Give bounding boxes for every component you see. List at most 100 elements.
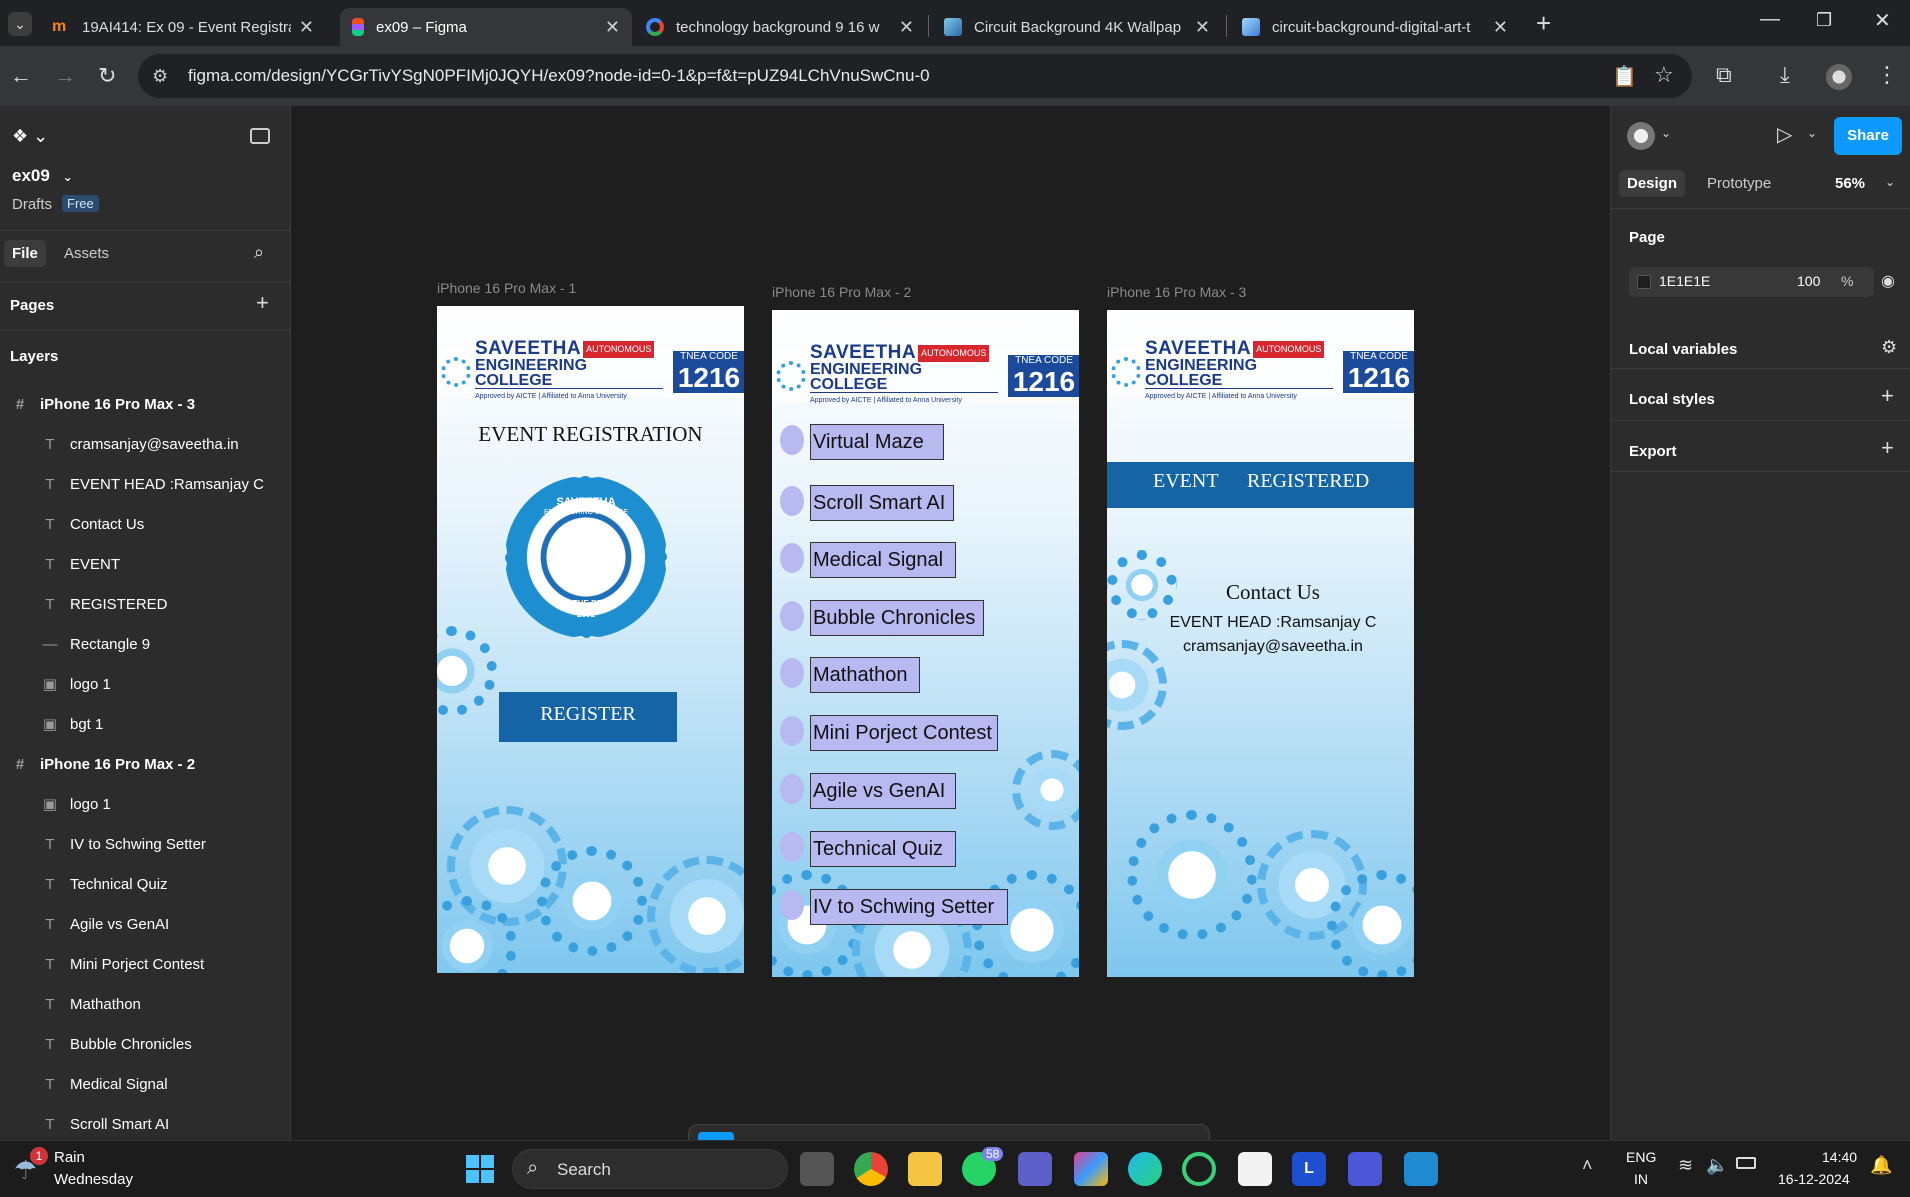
chevron-down-icon[interactable]: ⌄ xyxy=(1885,175,1895,189)
layer-item[interactable]: T Mathathon xyxy=(0,984,291,1024)
copilot-icon[interactable] xyxy=(1074,1152,1108,1186)
address-bar[interactable]: ⚙ figma.com/design/YCGrTivYSgN0PFIMj0JQY… xyxy=(138,54,1692,98)
layer-item[interactable]: T Scroll Smart AI xyxy=(0,1104,291,1144)
frame-label[interactable]: iPhone 16 Pro Max - 3 xyxy=(1107,284,1246,300)
layer-item[interactable]: T Mini Porject Contest xyxy=(0,944,291,984)
event-iv-to-schwing-setter[interactable]: IV to Schwing Setter xyxy=(810,889,1008,925)
event-scroll-smart-ai[interactable]: Scroll Smart AI xyxy=(810,485,954,521)
event-technical-quiz[interactable]: Technical Quiz xyxy=(810,831,956,867)
layer-item[interactable]: T EVENT HEAD :Ramsanjay C xyxy=(0,464,291,504)
url-text[interactable]: figma.com/design/YCGrTivYSgN0PFIMj0JQYH/… xyxy=(188,66,930,86)
browser-menu-icon[interactable]: ⋮ xyxy=(1876,64,1898,86)
site-info-icon[interactable]: ⚙ xyxy=(152,66,168,87)
profile-avatar[interactable] xyxy=(1826,64,1852,90)
add-page-icon[interactable]: + xyxy=(256,290,269,316)
close-tab-icon[interactable]: ✕ xyxy=(299,17,314,38)
layer-item[interactable]: # iPhone 16 Pro Max - 3 xyxy=(0,384,291,424)
toggle-sidebar-icon[interactable] xyxy=(250,128,270,144)
iphone-frame-3[interactable]: SAVEETHA AUTONOMOUS ENGINEERING COLLEGE A… xyxy=(1107,310,1414,977)
clock-time[interactable]: 14:40 xyxy=(1822,1149,1857,1165)
clipboard-icon[interactable]: 📋 xyxy=(1612,64,1637,89)
layer-item[interactable]: T REGISTERED xyxy=(0,584,291,624)
tab-design[interactable]: Design xyxy=(1619,170,1686,197)
layer-item[interactable]: T Bubble Chronicles xyxy=(0,1024,291,1064)
export-label[interactable]: Export xyxy=(1629,443,1677,460)
chevron-down-icon[interactable]: ⌄ xyxy=(1807,126,1817,140)
register-button[interactable]: REGISTER xyxy=(499,692,677,742)
event-mini-porject-contest[interactable]: Mini Porject Contest xyxy=(810,715,998,751)
page-bg-field[interactable]: 1E1E1E 100 % xyxy=(1629,267,1874,297)
chevron-down-icon[interactable]: ⌄ xyxy=(1661,126,1671,140)
reload-icon[interactable]: ↻ xyxy=(98,65,116,87)
event-bubble-chronicles[interactable]: Bubble Chronicles xyxy=(810,600,984,636)
tab-assets[interactable]: Assets xyxy=(64,245,109,262)
clock-date[interactable]: 16-12-2024 xyxy=(1778,1171,1850,1187)
taskbar-search[interactable]: ⌕ Search xyxy=(512,1149,788,1189)
variables-icon[interactable]: ⚙ xyxy=(1881,337,1897,358)
task-view-icon[interactable] xyxy=(800,1152,834,1186)
notion-like-icon[interactable] xyxy=(1348,1152,1382,1186)
figma-canvas[interactable]: iPhone 16 Pro Max - 1 iPhone 16 Pro Max … xyxy=(292,106,1610,1140)
bg-color-value[interactable]: 1E1E1E xyxy=(1659,273,1710,289)
edge-icon[interactable] xyxy=(1128,1152,1162,1186)
frame-label[interactable]: iPhone 16 Pro Max - 2 xyxy=(772,284,911,300)
restore-icon[interactable]: ❐ xyxy=(1816,10,1832,31)
notification-bell-icon[interactable]: 🔔 xyxy=(1870,1155,1892,1176)
figma-menu-icon[interactable]: ❖ ⌄ xyxy=(12,126,48,147)
download-icon[interactable]: ⤓ xyxy=(1780,64,1790,86)
frame-label[interactable]: iPhone 16 Pro Max - 1 xyxy=(437,280,576,296)
event-mathathon[interactable]: Mathathon xyxy=(810,657,920,693)
layer-item[interactable]: T Agile vs GenAI xyxy=(0,904,291,944)
store-icon[interactable] xyxy=(1238,1152,1272,1186)
add-export-icon[interactable]: + xyxy=(1881,435,1894,461)
refresh-app-icon[interactable] xyxy=(1182,1152,1216,1186)
layer-item[interactable]: T Contact Us xyxy=(0,504,291,544)
drafts-label[interactable]: Drafts xyxy=(12,196,52,213)
start-windows-icon[interactable] xyxy=(466,1155,494,1183)
weather-day[interactable]: Wednesday xyxy=(54,1171,133,1188)
bg-opacity-value[interactable]: 100 xyxy=(1797,273,1820,289)
layer-item[interactable]: # iPhone 16 Pro Max - 2 xyxy=(0,744,291,784)
tab-prototype[interactable]: Prototype xyxy=(1707,175,1771,192)
back-icon[interactable]: ← xyxy=(10,65,32,87)
layer-item[interactable]: T IV to Schwing Setter xyxy=(0,824,291,864)
close-window-icon[interactable]: ✕ xyxy=(1874,8,1891,33)
event-agile-vs-genai[interactable]: Agile vs GenAI xyxy=(810,773,956,809)
present-play-icon[interactable]: ▷ xyxy=(1777,122,1792,147)
zoom-level[interactable]: 56% xyxy=(1835,175,1865,192)
new-tab-button[interactable]: + xyxy=(1536,8,1551,39)
file-explorer-icon[interactable] xyxy=(908,1152,942,1186)
language-line2[interactable]: IN xyxy=(1634,1171,1648,1187)
event-virtual-maze[interactable]: Virtual Maze xyxy=(810,424,944,460)
vscode-icon[interactable] xyxy=(1404,1152,1438,1186)
search-icon[interactable]: ⌕ xyxy=(254,242,264,263)
wifi-icon[interactable]: ≋ xyxy=(1678,1155,1693,1176)
layer-item[interactable]: T Technical Quiz xyxy=(0,864,291,904)
bookmark-star-icon[interactable]: ☆ xyxy=(1654,62,1674,88)
volume-icon[interactable]: 🔈 xyxy=(1706,1155,1728,1176)
local-styles-label[interactable]: Local styles xyxy=(1629,391,1715,408)
layer-item[interactable]: Tcramsanjay@saveetha.in xyxy=(0,424,291,464)
local-variables-label[interactable]: Local variables xyxy=(1629,341,1737,358)
event-medical-signal[interactable]: Medical Signal xyxy=(810,542,956,578)
browser-tab-circuit-digital[interactable]: circuit-background-digital-art-t ✕ xyxy=(1230,8,1520,46)
close-tab-icon[interactable]: ✕ xyxy=(1493,17,1508,38)
file-name[interactable]: ex09 ⌄ xyxy=(12,166,73,186)
browser-tab-figma[interactable]: ex09 – Figma ✕ xyxy=(340,8,632,46)
tab-search-icon[interactable]: ⌄ xyxy=(8,12,32,36)
chrome-icon[interactable] xyxy=(854,1152,888,1186)
tab-file[interactable]: File xyxy=(4,240,46,267)
share-button[interactable]: Share xyxy=(1834,117,1902,155)
layer-item[interactable]: ▣ logo 1 xyxy=(0,784,291,824)
layer-item[interactable]: T Medical Signal xyxy=(0,1064,291,1104)
l-app-icon[interactable]: L xyxy=(1292,1152,1326,1186)
canvas-bottom-toolbar[interactable] xyxy=(688,1124,1210,1140)
tray-chevron-icon[interactable]: ˄ xyxy=(1582,1155,1593,1176)
add-style-icon[interactable]: + xyxy=(1881,383,1894,409)
layer-item[interactable]: — Rectangle 9 xyxy=(0,624,291,664)
eye-icon[interactable]: ◉ xyxy=(1881,271,1895,291)
layer-item[interactable]: T EVENT xyxy=(0,544,291,584)
color-swatch[interactable] xyxy=(1637,275,1651,289)
iphone-frame-2[interactable]: SAVEETHA AUTONOMOUS ENGINEERING COLLEGE A… xyxy=(772,310,1079,977)
browser-tab-google[interactable]: technology background 9 16 w ✕ xyxy=(634,8,926,46)
